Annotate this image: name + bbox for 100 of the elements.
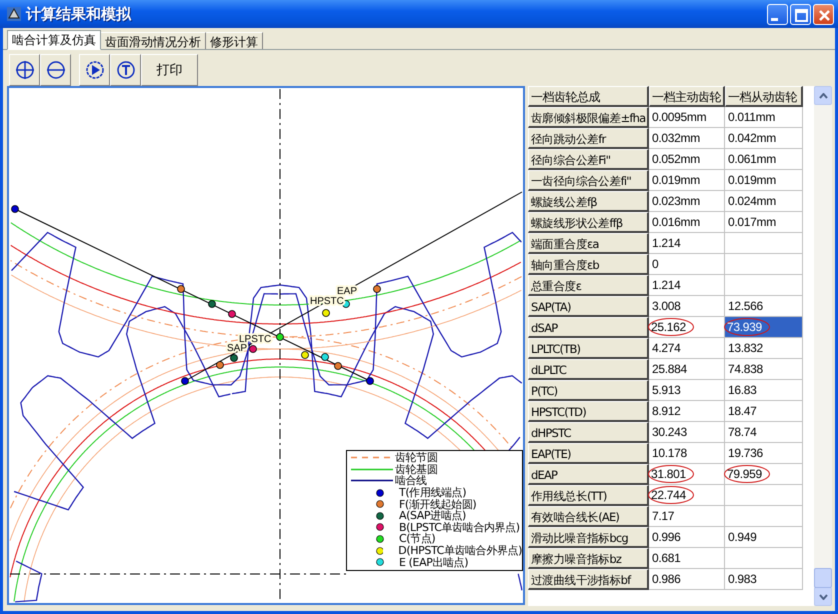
table-cell[interactable]: 7.17 (649, 506, 725, 527)
scroll-down-button[interactable] (814, 587, 832, 606)
maximize-button[interactable] (790, 4, 811, 24)
t-button[interactable] (110, 54, 141, 86)
table-cell[interactable]: 0.983 (725, 569, 803, 590)
window-title: 计算结果和模拟 (26, 4, 132, 24)
row-header: dLPLTC (528, 359, 649, 380)
close-button[interactable] (813, 4, 834, 24)
tab[interactable]: 齿面滑动情况分析 (101, 32, 206, 49)
table-cell[interactable]: 0.024mm (725, 191, 803, 212)
table-cell[interactable]: 79.959 (725, 464, 803, 485)
circled-value: 25.162 (648, 318, 694, 336)
circled-value: 22.744 (648, 486, 694, 504)
table-cell[interactable]: 0.023mm (649, 191, 725, 212)
table-cell[interactable]: 1.214 (649, 275, 725, 296)
scrollbar-thumb[interactable] (814, 568, 832, 588)
circled-value: 31.801 (648, 465, 694, 483)
table-cell[interactable]: 25.884 (649, 359, 725, 380)
minus-circle-icon (46, 60, 66, 80)
circled-value: 79.959 (724, 465, 770, 483)
legend-label: T(作用线端点) (399, 487, 466, 498)
table-cell[interactable]: 0.986 (649, 569, 725, 590)
zoom-in-button[interactable] (9, 54, 40, 86)
table-cell[interactable]: 16.83 (725, 380, 803, 401)
row-header: dEAP (528, 464, 649, 485)
row-header: HPSTC(TD) (528, 401, 649, 422)
row-header: 螺旋线形状公差ffβ (528, 212, 649, 233)
table-cell[interactable]: 1.214 (649, 233, 725, 254)
table-cell[interactable]: 13.832 (725, 338, 803, 359)
table-cell[interactable]: 0 (649, 254, 725, 275)
row-header: 径向跳动公差fr (528, 128, 649, 149)
row-header: 螺旋线公差fβ (528, 191, 649, 212)
row-header: EAP(TE) (528, 443, 649, 464)
table-cell[interactable]: 74.838 (725, 359, 803, 380)
legend-label: 啮合线 (395, 475, 427, 486)
zoom-out-button[interactable] (40, 54, 71, 86)
legend-label: F(渐开线起始圆) (399, 498, 476, 510)
play-button[interactable] (79, 54, 110, 86)
table-cell[interactable]: 0.996 (649, 527, 725, 548)
chevron-down-icon (818, 594, 828, 600)
column-header: 一档从动齿轮 (725, 86, 803, 107)
row-header: 轴向重合度εb (528, 254, 649, 275)
tab[interactable]: 啮合计算及仿真 (7, 30, 101, 50)
table-cell[interactable]: 0.016mm (649, 212, 725, 233)
tab[interactable]: 修形计算 (206, 32, 263, 49)
table-cell[interactable]: 78.74 (725, 422, 803, 443)
row-header: LPLTC(TB) (528, 338, 649, 359)
app-icon (6, 6, 22, 22)
table-cell[interactable]: 3.008 (649, 296, 725, 317)
table-cell[interactable]: 12.566 (725, 296, 803, 317)
row-header: 摩擦力噪音指标bz (528, 548, 649, 569)
table-cell[interactable]: 73.939 (725, 317, 803, 338)
print-button[interactable]: 打印 (141, 54, 198, 86)
table-cell[interactable]: 0.681 (649, 548, 725, 569)
row-header: dSAP (528, 317, 649, 338)
table-cell[interactable]: 0.052mm (649, 149, 725, 170)
row-header: 作用线总长(TT) (528, 485, 649, 506)
column-header: 一档齿轮总成 (528, 86, 649, 107)
minimize-icon (771, 18, 778, 20)
row-header: 总重合度ε (528, 275, 649, 296)
table-cell[interactable]: 0.061mm (725, 149, 803, 170)
row-header: dHPSTC (528, 422, 649, 443)
row-header: 有效啮合线长(AE) (528, 506, 649, 527)
row-header: 滑动比噪音指标bcg (528, 527, 649, 548)
table-cell[interactable]: 0.0095mm (649, 107, 725, 128)
table-cell[interactable]: 30.243 (649, 422, 725, 443)
scroll-up-button[interactable] (814, 86, 832, 105)
legend-label: B(LPSTC单齿啮合内界点) (399, 522, 520, 533)
row-header: SAP(TA) (528, 296, 649, 317)
table-cell[interactable]: 18.47 (725, 401, 803, 422)
table-cell[interactable]: 0.042mm (725, 128, 803, 149)
table-cell[interactable]: 0.017mm (725, 212, 803, 233)
row-header: 端面重合度εa (528, 233, 649, 254)
row-header: P(TC) (528, 380, 649, 401)
legend-label: 齿轮基圆 (395, 464, 438, 475)
table-cell[interactable]: 25.162 (649, 317, 725, 338)
row-header: 过渡曲线干涉指标bf (528, 569, 649, 590)
table-cell[interactable]: 19.736 (725, 443, 803, 464)
legend-label: C(节点) (399, 533, 436, 544)
table-cell[interactable]: 31.801 (649, 464, 725, 485)
legend-label: D(HPSTC单齿啮合外界点) (398, 545, 522, 556)
table-cell[interactable]: 0.011mm (725, 107, 803, 128)
row-header: 齿廓倾斜极限偏差±fha (528, 107, 649, 128)
table-cell[interactable]: 5.913 (649, 380, 725, 401)
legend-label: 齿轮节圆 (395, 452, 438, 464)
table-cell[interactable]: 0.032mm (649, 128, 725, 149)
column-header: 一档主动齿轮 (649, 86, 725, 107)
t-circle-icon (116, 60, 136, 80)
table-cell[interactable]: 8.912 (649, 401, 725, 422)
play-circle-icon (84, 60, 104, 80)
table-cell[interactable]: 22.744 (649, 485, 725, 506)
circled-value: 73.939 (724, 318, 770, 336)
table-cell[interactable]: 0.019mm (649, 170, 725, 191)
table-cell[interactable]: 0.949 (725, 527, 803, 548)
table-cell[interactable]: 4.274 (649, 338, 725, 359)
minimize-button[interactable] (767, 4, 788, 24)
row-header: 径向综合公差Fi'' (528, 149, 649, 170)
table-cell[interactable]: 0.019mm (725, 170, 803, 191)
table-cell[interactable]: 10.178 (649, 443, 725, 464)
vertical-scrollbar[interactable] (814, 86, 832, 606)
